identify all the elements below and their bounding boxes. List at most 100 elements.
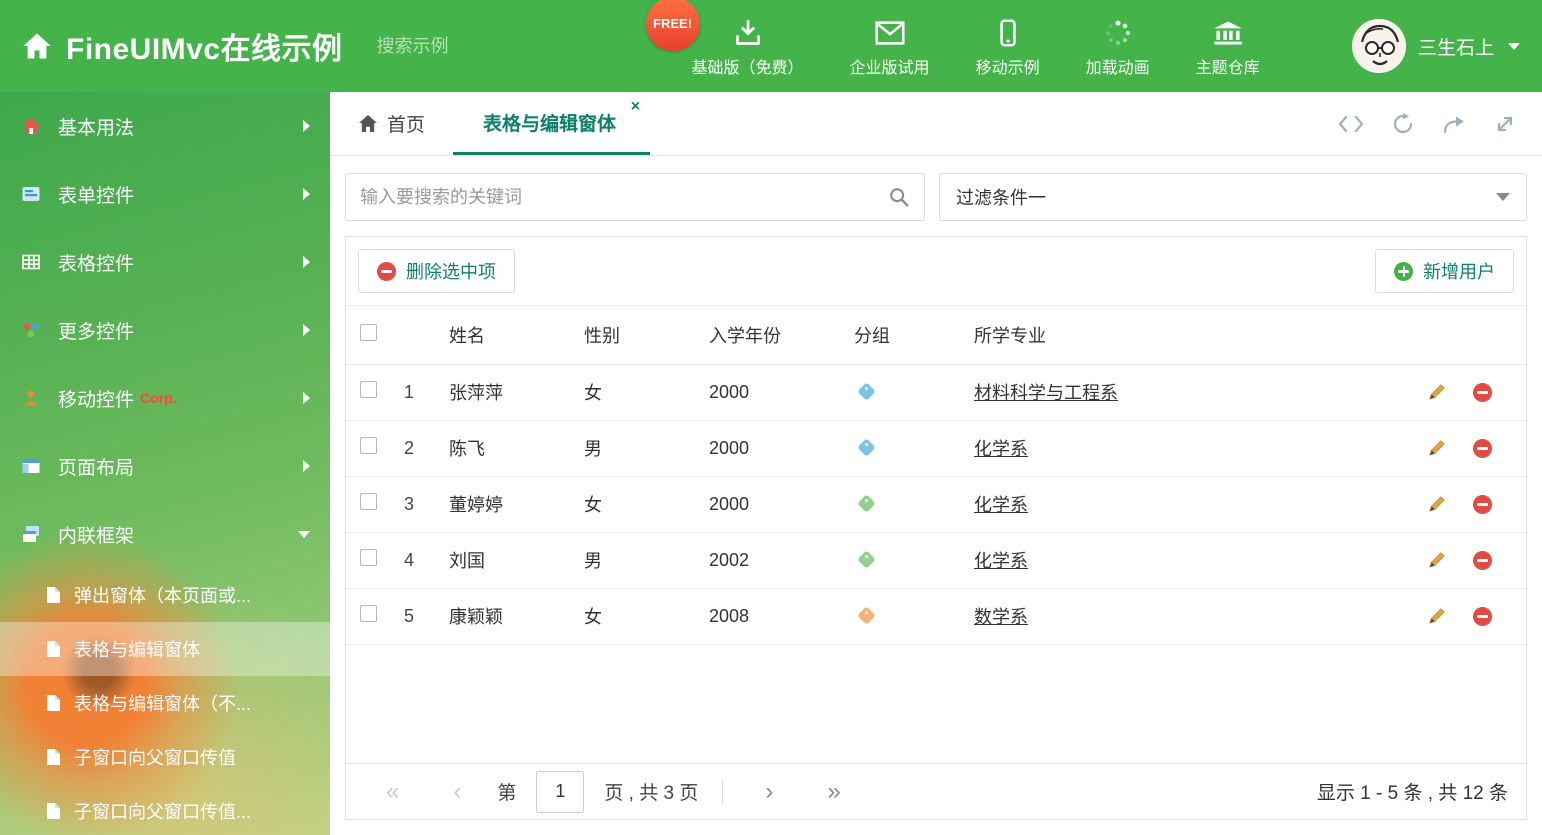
edit-pencil-icon[interactable] <box>1427 606 1447 626</box>
select-all-checkbox[interactable] <box>360 323 377 341</box>
nav-item-mobile-demo[interactable]: 移动示例 <box>976 15 1040 78</box>
grid-toolbar: 删除选中项 新增用户 <box>346 237 1526 306</box>
next-page-button[interactable]: › <box>743 779 795 804</box>
sidebar-item-form-controls[interactable]: 表单控件 <box>0 160 330 228</box>
major-link[interactable]: 材料科学与工程系 <box>974 383 1118 403</box>
grid-panel: 删除选中项 新增用户 姓名 性别 入学年份 分组 所学专业 1 张萍萍 女 20… <box>345 236 1527 820</box>
sidebar-subitem-child-to-parent-2[interactable]: 子窗口向父窗口传值... <box>0 784 330 835</box>
column-header-gender: 性别 <box>576 306 701 365</box>
header-search <box>376 34 609 58</box>
delete-selected-button[interactable]: 删除选中项 <box>358 249 515 293</box>
delete-row-icon[interactable] <box>1473 494 1492 514</box>
row-index: 2 <box>396 420 441 477</box>
sidebar-subitem-label: 子窗口向父窗口传值... <box>74 802 252 822</box>
corp-badge: Corp. <box>140 390 177 406</box>
first-page-button[interactable]: « <box>364 779 421 804</box>
form-icon <box>20 183 42 205</box>
tab-grid-edit-window[interactable]: 表格与编辑窗体 × <box>453 92 651 155</box>
tab-home[interactable]: 首页 <box>330 92 453 155</box>
filter-dropdown[interactable]: 过滤条件一 <box>939 173 1527 221</box>
user-menu[interactable]: 三生石上 <box>1351 19 1520 73</box>
table-row: 1 张萍萍 女 2000 材料科学与工程系 <box>346 364 1526 421</box>
filter-dropdown-value: 过滤条件一 <box>956 188 1046 208</box>
major-link[interactable]: 化学系 <box>974 551 1028 571</box>
edit-pencil-icon[interactable] <box>1427 438 1447 458</box>
refresh-icon[interactable] <box>1392 112 1414 135</box>
major-link[interactable]: 数学系 <box>974 607 1028 627</box>
brand[interactable]: FineUIMvc在线示例 <box>22 24 343 68</box>
row-index: 3 <box>396 476 441 533</box>
tab-tools <box>1338 92 1542 155</box>
search-icon[interactable] <box>888 186 910 208</box>
source-code-icon[interactable] <box>1338 114 1364 134</box>
page-number-input[interactable] <box>536 770 585 813</box>
sidebar-subitem-grid-edit-window[interactable]: 表格与编辑窗体 <box>0 622 330 676</box>
add-user-label: 新增用户 <box>1423 262 1495 282</box>
edit-pencil-icon[interactable] <box>1427 382 1447 402</box>
delete-row-icon[interactable] <box>1473 550 1492 570</box>
file-icon <box>46 694 61 712</box>
row-checkbox[interactable] <box>360 381 377 398</box>
delete-row-icon[interactable] <box>1473 382 1492 402</box>
sidebar-item-page-layout[interactable]: 页面布局 <box>0 432 330 500</box>
major-link[interactable]: 化学系 <box>974 495 1028 515</box>
cell-name: 董婷婷 <box>441 476 576 533</box>
open-new-window-icon[interactable] <box>1442 114 1466 134</box>
row-checkbox[interactable] <box>360 493 377 510</box>
plus-circle-icon <box>1394 261 1413 281</box>
tab-active-label: 表格与编辑窗体 <box>483 113 617 135</box>
nav-label: 移动示例 <box>975 59 1040 77</box>
edit-pencil-icon[interactable] <box>1427 494 1447 514</box>
nav-label: 加载动画 <box>1085 59 1150 77</box>
edit-pencil-icon[interactable] <box>1427 550 1447 570</box>
row-checkbox[interactable] <box>360 605 377 622</box>
free-badge: FREE! <box>645 0 700 51</box>
nav-item-loading-animation[interactable]: 加载动画 <box>1086 15 1150 78</box>
sidebar-subitem-child-to-parent[interactable]: 子窗口向父窗口传值 <box>0 730 330 784</box>
cell-gender: 女 <box>576 588 701 645</box>
cell-gender: 女 <box>576 476 701 533</box>
mobile-icon <box>999 18 1016 47</box>
cell-name: 刘国 <box>441 532 576 589</box>
sidebar-item-grid-controls[interactable]: 表格控件 <box>0 228 330 296</box>
add-user-button[interactable]: 新增用户 <box>1375 249 1514 293</box>
page-prefix: 第 <box>497 783 517 804</box>
nav-item-theme-repo[interactable]: 主题仓库 <box>1196 15 1260 78</box>
column-header-major: 所学专业 <box>966 306 1408 365</box>
keyword-search-input[interactable] <box>360 186 888 208</box>
nav-item-enterprise-trial[interactable]: 企业版试用 <box>850 15 930 78</box>
cell-name: 张萍萍 <box>441 364 576 421</box>
sidebar-item-label: 表单控件 <box>58 185 135 207</box>
sidebar-item-label: 表格控件 <box>58 253 135 275</box>
more-controls-icon <box>20 319 42 341</box>
column-header-group: 分组 <box>846 306 966 365</box>
delete-row-icon[interactable] <box>1473 606 1492 626</box>
row-checkbox[interactable] <box>360 437 377 454</box>
sidebar-item-basic-usage[interactable]: 基本用法 <box>0 92 330 160</box>
header-search-input[interactable] <box>376 35 609 57</box>
delete-row-icon[interactable] <box>1473 438 1492 458</box>
chevron-right-icon <box>303 256 310 268</box>
prev-page-button[interactable]: ‹ <box>431 779 483 804</box>
sidebar-subitem-popup-window[interactable]: 弹出窗体（本页面或... <box>0 568 330 622</box>
tag-icon <box>857 493 876 513</box>
app-window: FineUIMvc在线示例 FREE! 基础版（免费） 企业版试用 移动示例 <box>0 0 1542 835</box>
main-content: 首页 表格与编辑窗体 × 输入要搜索的关键词 过滤条件一 删除选中项 新增用户 … <box>330 92 1542 835</box>
last-page-button[interactable]: » <box>805 779 862 804</box>
column-header-year: 入学年份 <box>701 306 846 365</box>
download-icon <box>735 19 760 45</box>
nav-item-basic-free[interactable]: FREE! 基础版（免费） <box>645 0 804 78</box>
chevron-right-icon <box>303 460 310 472</box>
major-link[interactable]: 化学系 <box>974 439 1028 459</box>
file-icon <box>46 586 61 604</box>
close-icon[interactable]: × <box>631 99 640 115</box>
file-icon <box>46 640 61 658</box>
sidebar-item-label: 更多控件 <box>58 321 135 343</box>
sidebar-item-iframe[interactable]: 内联框架 <box>0 500 330 568</box>
sidebar-subitem-grid-edit-window-2[interactable]: 表格与编辑窗体（不... <box>0 676 330 730</box>
row-checkbox[interactable] <box>360 549 377 566</box>
sidebar-item-more-controls[interactable]: 更多控件 <box>0 296 330 364</box>
fullscreen-icon[interactable] <box>1494 113 1516 135</box>
sidebar-item-mobile-controls[interactable]: 移动控件 Corp. <box>0 364 330 432</box>
sidebar-item-label: 移动控件 <box>58 389 135 411</box>
